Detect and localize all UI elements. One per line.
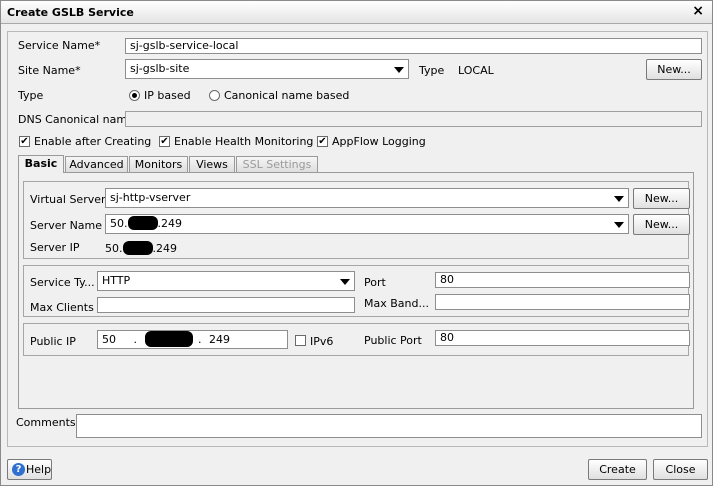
max-clients-label: Max Clients xyxy=(30,301,94,314)
public-ip-octet-4: 249 xyxy=(209,333,230,346)
tab-views[interactable]: Views xyxy=(189,156,235,173)
ipv6-checkbox[interactable] xyxy=(295,335,306,346)
public-port-label: Public Port xyxy=(364,334,422,347)
dialog-content: Service Name* sj-gslb-service-local Site… xyxy=(7,31,708,447)
public-ip-input[interactable]: 50 . . 249 xyxy=(97,330,288,349)
help-icon: ? xyxy=(12,463,25,476)
public-ip-dot: . xyxy=(133,333,138,346)
server-ip-label: Server IP xyxy=(30,241,80,254)
create-gslb-service-dialog: Create GSLB Service × Service Name* sj-g… xyxy=(0,0,713,486)
public-ip-octet-1: 50 xyxy=(102,333,116,346)
service-name-input[interactable]: sj-gslb-service-local xyxy=(125,38,702,54)
service-name-label: Service Name* xyxy=(18,39,101,52)
close-button[interactable]: Close xyxy=(653,459,708,480)
tab-advanced[interactable]: Advanced xyxy=(65,156,128,173)
enable-health-monitoring-checkbox[interactable]: ✔ xyxy=(159,136,170,147)
server-ip-prefix: 50. xyxy=(105,242,123,255)
virtual-server-value: sj-http-vserver xyxy=(110,191,191,204)
type-label: Type xyxy=(18,89,44,102)
create-button[interactable]: Create xyxy=(588,459,647,480)
appflow-logging-checkbox[interactable]: ✔ xyxy=(317,136,328,147)
enable-health-monitoring-label: Enable Health Monitoring xyxy=(174,135,314,148)
service-type-dropdown[interactable]: HTTP xyxy=(97,271,355,291)
server-name-label: Server Name xyxy=(30,219,103,232)
comments-label: Comments xyxy=(16,416,76,429)
public-ip-label: Public IP xyxy=(30,335,76,348)
dns-canonical-label: DNS Canonical name xyxy=(18,113,134,126)
type-value-right: LOCAL xyxy=(458,64,494,77)
chevron-down-icon xyxy=(614,196,624,202)
appflow-logging-label: AppFlow Logging xyxy=(332,135,426,148)
site-name-value: sj-gslb-site xyxy=(130,62,190,75)
canonical-name-label: Canonical name based xyxy=(224,89,350,102)
service-settings-group: Service Ty... HTTP Port 80 Max Clients M… xyxy=(23,265,690,317)
server-name-prefix: 50. xyxy=(110,217,128,230)
basic-tab-panel: Virtual Server sj-http-vserver New... Se… xyxy=(18,172,694,409)
site-new-button[interactable]: New... xyxy=(646,59,702,80)
public-port-input[interactable]: 80 xyxy=(435,330,690,346)
port-input[interactable]: 80 xyxy=(435,272,690,288)
title-bar: Create GSLB Service × xyxy=(1,1,712,24)
ip-based-radio[interactable] xyxy=(129,90,140,101)
site-name-dropdown[interactable]: sj-gslb-site xyxy=(125,59,409,79)
close-icon[interactable]: × xyxy=(692,3,704,19)
service-type-value: HTTP xyxy=(102,274,131,287)
virtual-server-label: Virtual Server xyxy=(30,193,106,206)
tab-ssl-settings[interactable]: SSL Settings xyxy=(236,156,318,173)
comments-input[interactable] xyxy=(76,414,702,438)
redacted-ip-block xyxy=(127,216,158,230)
enable-after-creating-label: Enable after Creating xyxy=(34,135,152,148)
server-name-suffix: .249 xyxy=(157,217,183,230)
chevron-down-icon xyxy=(340,279,350,285)
max-bandwidth-label: Max Band... xyxy=(364,297,429,310)
enable-after-creating-checkbox[interactable]: ✔ xyxy=(19,136,30,147)
chevron-down-icon xyxy=(614,222,624,228)
service-type-label: Service Ty... xyxy=(30,276,95,289)
virtual-server-dropdown[interactable]: sj-http-vserver xyxy=(105,188,629,208)
port-label: Port xyxy=(364,276,386,289)
dns-canonical-input[interactable] xyxy=(125,111,702,127)
help-label: Help xyxy=(26,463,52,476)
server-ip-suffix: .249 xyxy=(152,242,178,255)
server-ip-value: 50. .249 xyxy=(105,241,177,255)
type-label-right: Type xyxy=(419,64,445,77)
server-group: Virtual Server sj-http-vserver New... Se… xyxy=(23,181,690,259)
tab-basic[interactable]: Basic xyxy=(18,155,64,173)
chevron-down-icon xyxy=(394,67,404,73)
max-clients-input[interactable] xyxy=(97,297,355,313)
public-ip-group: Public IP 50 . . 249 IPv6 Public Port 80 xyxy=(23,323,690,356)
ip-based-label: IP based xyxy=(144,89,191,102)
canonical-name-radio[interactable] xyxy=(209,90,220,101)
public-ip-dot: . xyxy=(198,333,202,346)
ipv6-label: IPv6 xyxy=(310,335,334,348)
tab-monitors[interactable]: Monitors xyxy=(129,156,188,173)
redacted-ip-block xyxy=(122,241,153,255)
help-button[interactable]: ? Help xyxy=(7,459,52,480)
server-name-new-button[interactable]: New... xyxy=(633,214,690,235)
dialog-title: Create GSLB Service xyxy=(7,6,134,19)
redacted-ip-block xyxy=(144,331,193,347)
max-bandwidth-input[interactable] xyxy=(435,294,690,310)
virtual-server-new-button[interactable]: New... xyxy=(633,188,690,209)
server-name-dropdown[interactable]: 50. .249 xyxy=(105,214,629,234)
site-name-label: Site Name* xyxy=(18,64,81,77)
